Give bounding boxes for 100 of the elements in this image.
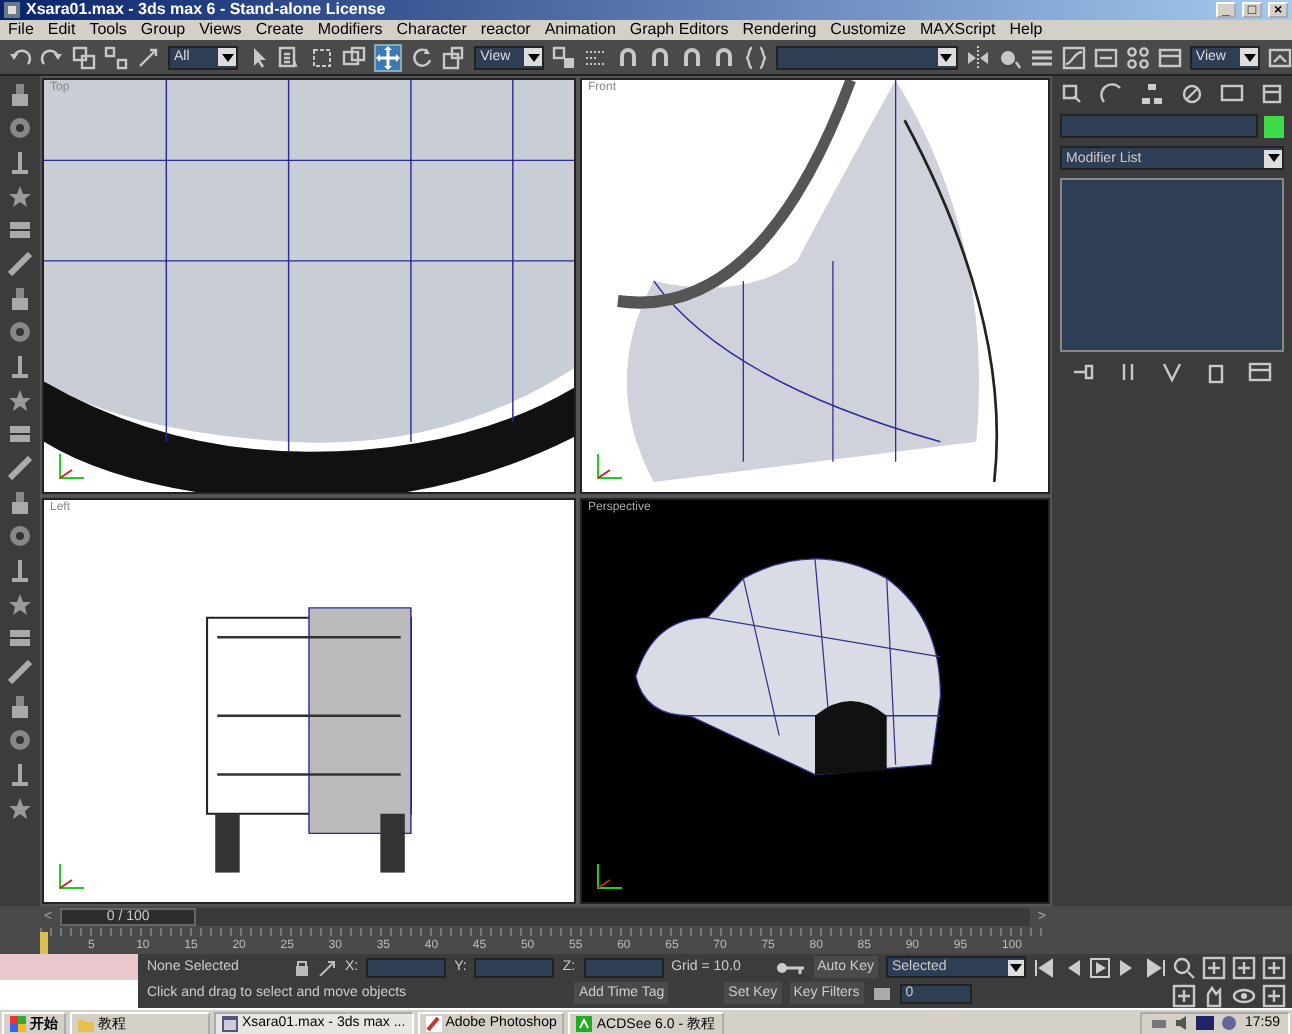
script-output-field[interactable] — [0, 980, 139, 1008]
tool-icon[interactable] — [8, 626, 32, 650]
dotted-lines-icon — [584, 45, 609, 69]
tool-icon[interactable] — [8, 150, 32, 174]
tool-icon[interactable] — [8, 388, 32, 412]
menu-item[interactable]: File — [8, 20, 34, 40]
go-to-start-icon[interactable] — [1034, 957, 1054, 977]
menu-item[interactable]: Tools — [89, 20, 127, 40]
tool-icon[interactable] — [8, 694, 32, 718]
tool-icon[interactable] — [8, 320, 32, 344]
axis-tripod-icon — [594, 450, 624, 480]
dropdown-arrow-icon — [1241, 51, 1258, 63]
menu-item[interactable]: Rendering — [742, 20, 817, 40]
tool-icon[interactable] — [8, 218, 32, 242]
mirror-icon — [965, 45, 990, 69]
window-crossing-icon — [342, 45, 367, 69]
color-swatch[interactable] — [1264, 115, 1284, 137]
tool-icon[interactable] — [8, 286, 32, 310]
monitor-icon[interactable] — [1220, 82, 1244, 106]
zoom-icon[interactable] — [1172, 955, 1196, 979]
dashed-rectangle-tool-button[interactable] — [310, 43, 335, 71]
axis-tripod-icon — [56, 860, 86, 890]
menu-item[interactable]: Views — [199, 20, 242, 40]
coordinate-field[interactable] — [583, 957, 664, 977]
window-crossing-tool-button[interactable] — [342, 43, 367, 71]
magnet-tool-button[interactable] — [712, 43, 737, 71]
rotate-tool-button[interactable] — [410, 43, 435, 71]
tool-icon[interactable] — [8, 558, 32, 582]
menu-item[interactable]: Help — [1009, 20, 1043, 40]
menu-item[interactable]: MAXScript — [919, 20, 996, 40]
tool-icon[interactable] — [8, 354, 32, 378]
object-name-field[interactable] — [1060, 114, 1258, 138]
scale-tool-button[interactable] — [442, 43, 467, 71]
magnet-tool-button[interactable] — [648, 43, 673, 71]
tool-icon[interactable] — [8, 82, 32, 106]
rotate-icon — [410, 45, 435, 69]
pivot-icon — [552, 45, 577, 69]
render-window-tool-button[interactable] — [1157, 43, 1182, 71]
move-tool-button[interactable] — [374, 43, 403, 71]
pan-hand-icon[interactable] — [1202, 983, 1226, 1007]
orbit-icon[interactable] — [1232, 983, 1256, 1007]
pin-icon[interactable] — [1072, 360, 1096, 384]
mirror-tool-button[interactable] — [965, 43, 990, 71]
key-icon — [775, 959, 806, 975]
app-icon — [4, 2, 20, 18]
tool-icon[interactable] — [8, 728, 32, 752]
quick-render-tool-button[interactable] — [1268, 43, 1292, 71]
cursor-icon[interactable] — [318, 958, 337, 976]
lock-icon[interactable] — [294, 958, 311, 976]
menu-item[interactable]: Animation — [544, 20, 616, 40]
tool-icon[interactable] — [8, 116, 32, 140]
magnet-tool-button[interactable] — [680, 43, 705, 71]
tool-icon[interactable] — [8, 524, 32, 548]
dots-grid-icon — [1125, 45, 1150, 69]
split-squares-tool-button[interactable] — [104, 43, 128, 71]
circle-slash-icon[interactable] — [1180, 82, 1204, 106]
magnet-tool-button[interactable] — [616, 43, 641, 71]
window-icon[interactable] — [1248, 360, 1272, 384]
hierarchy-icon[interactable] — [1140, 82, 1164, 106]
script-listener-field[interactable] — [0, 954, 139, 980]
list-cursor-tool-button[interactable] — [278, 43, 303, 71]
braces-tool-button[interactable] — [744, 43, 769, 71]
tool-icon[interactable] — [8, 490, 32, 514]
bind-icon — [136, 45, 160, 69]
align-icon — [997, 45, 1022, 69]
bind-tool-button[interactable] — [136, 43, 160, 71]
tool-icon[interactable] — [8, 796, 32, 820]
menu-item[interactable]: Modifiers — [317, 20, 383, 40]
linked-squares-tool-button[interactable] — [72, 43, 96, 71]
arc-icon[interactable] — [1100, 82, 1124, 106]
menu-item[interactable]: Create — [255, 20, 304, 40]
play-icon[interactable] — [1090, 957, 1110, 977]
axis-tripod-icon — [594, 860, 624, 890]
network-icon — [1220, 1014, 1239, 1032]
tool-icon[interactable] — [8, 456, 32, 480]
dropdown-arrow-icon — [1265, 152, 1281, 164]
dots-grid-tool-button[interactable] — [1125, 43, 1150, 71]
coordinate-field[interactable] — [366, 957, 447, 977]
tool-icon[interactable] — [8, 592, 32, 616]
pivot-tool-button[interactable] — [552, 43, 577, 71]
curve-editor-tool-button[interactable] — [1061, 43, 1086, 71]
tool-icon[interactable] — [8, 252, 32, 276]
menu-item[interactable]: Customize — [830, 20, 906, 40]
coordinate-field[interactable] — [474, 957, 555, 977]
menu-item[interactable]: Character — [396, 20, 467, 40]
menu-item[interactable]: Graph Editors — [629, 20, 729, 40]
tool-icon[interactable] — [8, 660, 32, 684]
dropdown[interactable] — [776, 45, 958, 69]
move-icon — [376, 45, 401, 69]
menu-item[interactable]: Group — [140, 20, 186, 40]
scale-icon — [442, 45, 467, 69]
tool-icon[interactable] — [8, 422, 32, 446]
linked-squares-icon — [72, 45, 96, 69]
menu-item[interactable]: reactor — [480, 20, 531, 40]
go-to-end-icon[interactable] — [1146, 957, 1166, 977]
schematic-tool-button[interactable] — [1093, 43, 1118, 71]
undo-icon — [8, 45, 32, 69]
tool-icon[interactable] — [8, 762, 32, 786]
menu-item[interactable]: Edit — [47, 20, 76, 40]
tool-icon[interactable] — [8, 184, 32, 208]
